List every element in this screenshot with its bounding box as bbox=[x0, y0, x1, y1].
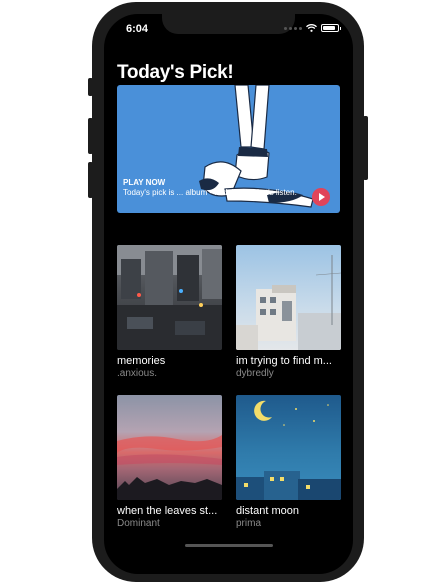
wifi-icon bbox=[306, 24, 317, 32]
album-title: im trying to find m... bbox=[236, 355, 332, 367]
silent-switch bbox=[88, 78, 93, 96]
album-cover bbox=[117, 395, 222, 500]
status-icons bbox=[284, 24, 341, 32]
album-cover bbox=[236, 245, 341, 350]
album-card[interactable]: distant moon prima bbox=[236, 395, 341, 529]
album-cover bbox=[236, 395, 341, 500]
album-artist: prima bbox=[236, 518, 262, 529]
album-artist: .anxious. bbox=[117, 368, 158, 379]
album-card[interactable]: memories .anxious. bbox=[117, 245, 222, 379]
featured-description: Today's pick is ... album - midnight C. … bbox=[123, 188, 297, 197]
album-artist: dybredly bbox=[236, 368, 274, 379]
album-title: memories bbox=[117, 355, 166, 367]
album-card[interactable]: when the leaves st... Dominant bbox=[117, 395, 222, 529]
album-title: when the leaves st... bbox=[117, 505, 218, 517]
album-artist: Dominant bbox=[117, 518, 160, 529]
featured-kicker: PLAY NOW bbox=[123, 178, 166, 187]
volume-up-button bbox=[88, 118, 93, 154]
play-icon bbox=[319, 193, 325, 201]
play-button[interactable] bbox=[312, 188, 330, 206]
battery-level bbox=[323, 26, 335, 30]
album-cover bbox=[117, 245, 222, 350]
signal-icon bbox=[284, 26, 302, 30]
volume-down-button bbox=[88, 162, 93, 198]
album-title: distant moon bbox=[236, 505, 299, 517]
home-indicator[interactable] bbox=[185, 544, 273, 547]
page-title: Today's Pick! bbox=[117, 62, 234, 83]
power-button bbox=[363, 116, 368, 180]
featured-card[interactable]: PLAY NOW Today's pick is ... album - mid… bbox=[117, 85, 340, 213]
notch bbox=[162, 14, 295, 34]
battery-icon bbox=[321, 24, 341, 32]
album-card[interactable]: im trying to find m... dybredly bbox=[236, 245, 341, 379]
status-time: 6:04 bbox=[126, 23, 149, 35]
app-screen: 6:04 Today's Pick! PLAY NOW Today's pick… bbox=[104, 14, 353, 574]
